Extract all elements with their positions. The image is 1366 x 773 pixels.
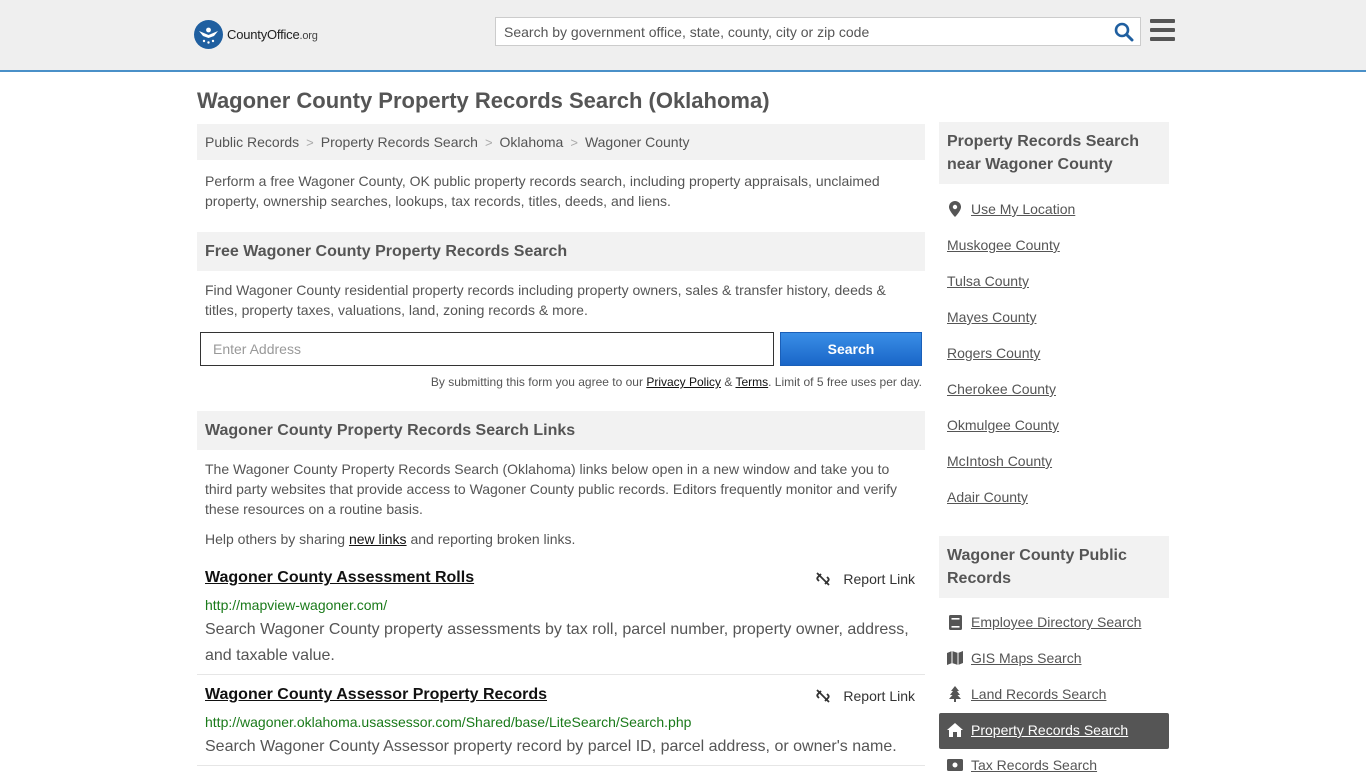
book-icon — [947, 614, 963, 630]
site-logo[interactable]: CountyOffice.org — [194, 20, 318, 49]
address-search-button[interactable]: Search — [780, 332, 922, 366]
nearby-county-label[interactable]: Tulsa County — [947, 273, 1029, 289]
new-links-link[interactable]: new links — [349, 531, 407, 547]
links-section-heading: Wagoner County Property Records Search L… — [197, 411, 925, 450]
global-search-input[interactable] — [496, 18, 1106, 45]
hamburger-menu-icon[interactable] — [1150, 19, 1175, 41]
nearby-county-link[interactable]: Cherokee County — [947, 381, 1056, 397]
sidebar-item-tax-records[interactable]: Tax Records Search — [947, 757, 1097, 773]
breadcrumb-oklahoma[interactable]: Oklahoma — [500, 134, 564, 150]
logo-text: CountyOffice.org — [227, 27, 318, 42]
nearby-county-link[interactable]: McIntosh County — [947, 453, 1052, 469]
top-bar: CountyOffice.org — [0, 0, 1366, 72]
broken-link-icon — [816, 572, 831, 586]
sidebar-item-label[interactable]: Tax Records Search — [971, 757, 1097, 773]
sidebar-item-label[interactable]: Employee Directory Search — [971, 614, 1141, 630]
breadcrumb-public-records[interactable]: Public Records — [205, 134, 299, 150]
sidebar-item-gis-maps[interactable]: GIS Maps Search — [947, 650, 1082, 666]
breadcrumb: Public Records > Property Records Search… — [197, 124, 925, 160]
location-pin-icon — [947, 201, 963, 217]
report-link-button[interactable]: Report Link — [815, 688, 915, 704]
nearby-county-link[interactable]: Muskogee County — [947, 237, 1060, 253]
help-text: Help others by sharing new links and rep… — [205, 531, 576, 547]
use-my-location-link[interactable]: Use My Location — [971, 201, 1075, 217]
breadcrumb-wagoner-county[interactable]: Wagoner County — [585, 134, 690, 150]
breadcrumb-property-records-search[interactable]: Property Records Search — [321, 134, 478, 150]
nearby-county-label[interactable]: McIntosh County — [947, 453, 1052, 469]
breadcrumb-separator: > — [570, 134, 578, 150]
report-link-button[interactable]: Report Link — [815, 571, 915, 587]
resource-link-url[interactable]: http://wagoner.oklahoma.usassessor.com/S… — [205, 714, 691, 730]
nearby-county-label[interactable]: Rogers County — [947, 345, 1040, 361]
nearby-county-link[interactable]: Tulsa County — [947, 273, 1029, 289]
sidebar-item-property-records[interactable]: Property Records Search — [947, 722, 1128, 738]
form-disclaimer: By submitting this form you agree to our… — [430, 375, 922, 389]
logo-eagle-icon — [194, 20, 223, 49]
public-records-heading: Wagoner County Public Records — [939, 536, 1169, 598]
broken-link-icon — [816, 689, 831, 703]
resource-link-description: Search Wagoner County Assessor property … — [205, 738, 897, 755]
free-search-description: Find Wagoner County residential property… — [205, 282, 886, 318]
map-icon — [947, 650, 963, 666]
terms-link[interactable]: Terms — [735, 375, 768, 389]
use-my-location[interactable]: Use My Location — [947, 201, 1075, 217]
resource-link-description: Search Wagoner County property assessmen… — [205, 621, 909, 664]
nearby-county-label[interactable]: Mayes County — [947, 309, 1036, 325]
resource-link-url[interactable]: http://mapview-wagoner.com/ — [205, 597, 387, 613]
resource-link-title[interactable]: Wagoner County Assessment Rolls — [205, 569, 474, 587]
nearby-county-label[interactable]: Cherokee County — [947, 381, 1056, 397]
sidebar-item-label[interactable]: GIS Maps Search — [971, 650, 1082, 666]
nearby-county-link[interactable]: Adair County — [947, 489, 1028, 505]
divider — [197, 765, 925, 766]
tax-icon — [947, 757, 963, 773]
sidebar-item-label[interactable]: Land Records Search — [971, 686, 1106, 702]
nearby-county-label[interactable]: Muskogee County — [947, 237, 1060, 253]
address-input[interactable] — [200, 332, 774, 366]
nearby-county-label[interactable]: Okmulgee County — [947, 417, 1059, 433]
tree-icon — [947, 686, 963, 702]
nearby-county-label[interactable]: Adair County — [947, 489, 1028, 505]
free-search-heading: Free Wagoner County Property Records Sea… — [197, 232, 925, 271]
intro-text: Perform a free Wagoner County, OK public… — [205, 173, 880, 209]
breadcrumb-separator: > — [484, 134, 493, 150]
resource-link-title[interactable]: Wagoner County Assessor Property Records — [205, 686, 547, 704]
page-title: Wagoner County Property Records Search (… — [197, 88, 770, 113]
divider — [197, 674, 925, 675]
nearby-county-link[interactable]: Rogers County — [947, 345, 1040, 361]
links-section-description: The Wagoner County Property Records Sear… — [205, 461, 898, 517]
nearby-county-link[interactable]: Okmulgee County — [947, 417, 1059, 433]
privacy-policy-link[interactable]: Privacy Policy — [646, 375, 721, 389]
sidebar-item-land-records[interactable]: Land Records Search — [947, 686, 1106, 702]
sidebar-item-employee-directory[interactable]: Employee Directory Search — [947, 614, 1141, 630]
global-search — [495, 17, 1141, 46]
nearby-county-link[interactable]: Mayes County — [947, 309, 1036, 325]
home-icon — [947, 722, 963, 738]
breadcrumb-separator: > — [306, 134, 314, 150]
search-icon[interactable] — [1114, 22, 1134, 42]
sidebar-item-label[interactable]: Property Records Search — [971, 722, 1128, 738]
nearby-heading: Property Records Search near Wagoner Cou… — [939, 122, 1169, 184]
